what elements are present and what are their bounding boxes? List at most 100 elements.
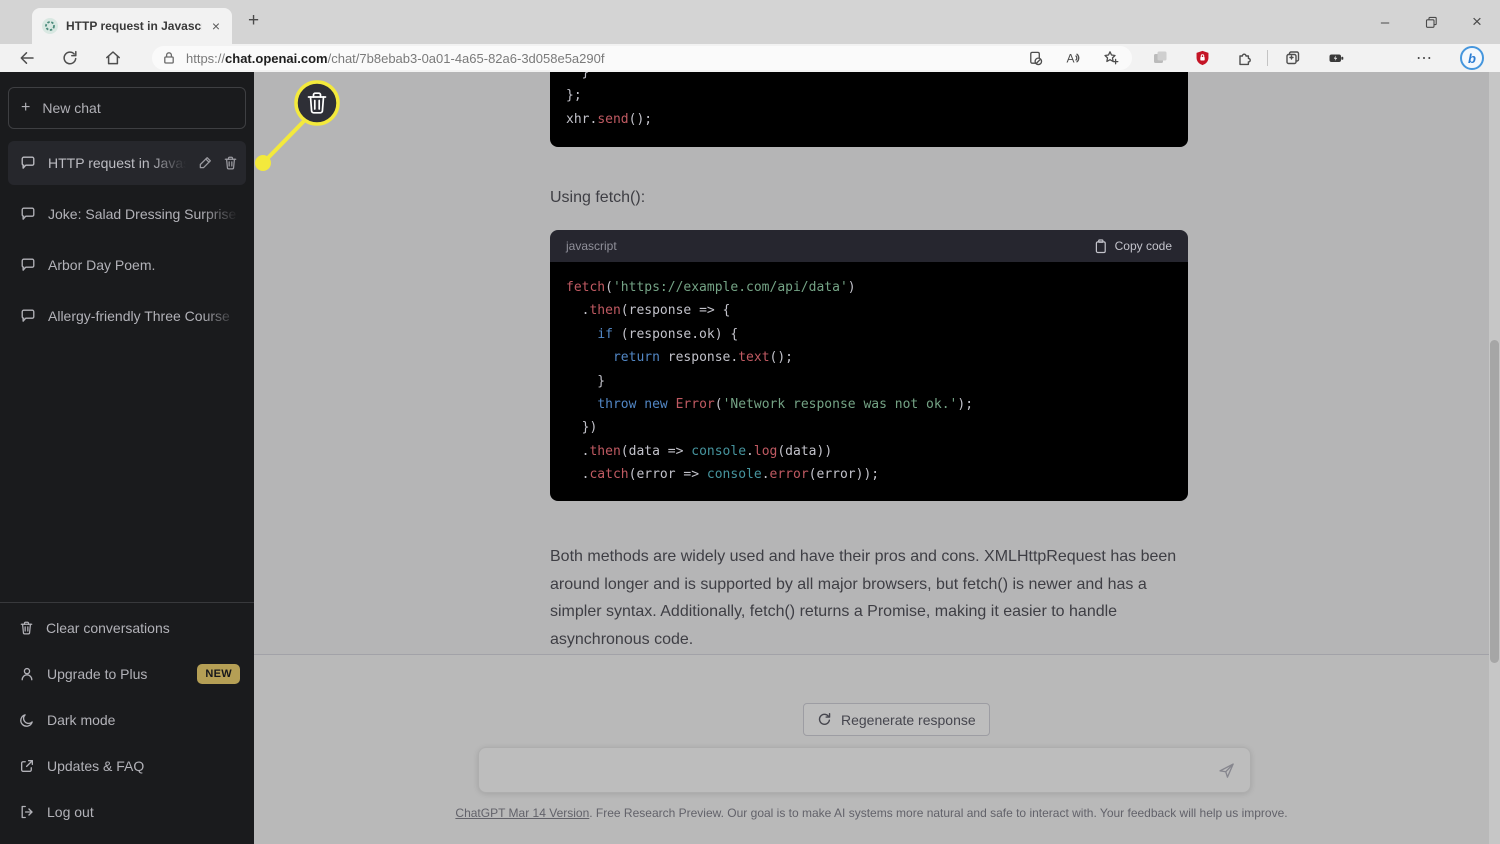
code-token: (error =>	[629, 467, 707, 482]
code-token: if	[597, 327, 613, 342]
user-icon	[19, 666, 35, 682]
code-line: })	[566, 416, 1172, 439]
tab-close-icon[interactable]: ×	[210, 18, 222, 34]
toolbar-divider	[1267, 50, 1268, 66]
conversation-actions	[198, 155, 238, 171]
add-favorite-icon[interactable]	[1102, 49, 1120, 67]
scrollbar-thumb[interactable]	[1490, 340, 1499, 663]
code-token: .	[566, 467, 589, 482]
chat-bubble-icon	[20, 257, 36, 273]
chat-main: }};xhr.send(); Using fetch(): javascript…	[254, 72, 1500, 844]
code-token: }	[566, 72, 589, 80]
browser-essentials-icon[interactable]	[1327, 49, 1346, 67]
code-token: );	[957, 397, 973, 412]
code-block-xhr: }};xhr.send();	[550, 72, 1188, 147]
refresh-icon[interactable]	[61, 49, 79, 67]
code-token: .	[762, 467, 770, 482]
code-token: console	[707, 467, 762, 482]
back-icon[interactable]	[18, 49, 36, 67]
code-block-body: fetch('https://example.com/api/data') .t…	[550, 262, 1188, 501]
new-tab-button[interactable]: +	[248, 10, 259, 32]
conversation-list: HTTP request in Javascr Joke: Salad Dress…	[8, 141, 246, 345]
code-token: log	[754, 444, 777, 459]
code-line: xhr.send();	[566, 108, 652, 131]
code-token: })	[566, 420, 597, 435]
extension-gray-icon[interactable]	[1151, 49, 1169, 67]
code-line: .then(data => console.log(data))	[566, 440, 1172, 463]
conversation-item[interactable]: Joke: Salad Dressing Surprise	[8, 192, 246, 236]
version-link[interactable]: ChatGPT Mar 14 Version	[455, 806, 589, 820]
code-token	[668, 397, 676, 412]
close-window-button[interactable]: ×	[1454, 0, 1500, 44]
sidebar-item-upgrade-to-plus[interactable]: Upgrade to PlusNEW	[0, 651, 254, 697]
code-token: .	[566, 303, 589, 318]
code-line: };	[566, 84, 652, 107]
sidebar-item-clear-conversations[interactable]: Clear conversations	[0, 605, 254, 651]
regenerate-response-button[interactable]: Regenerate response	[803, 703, 990, 736]
new-chat-button[interactable]: + New chat	[8, 87, 246, 129]
url-scheme: https://	[186, 51, 225, 66]
message-input[interactable]	[491, 752, 1191, 788]
code-token: error	[770, 467, 809, 482]
code-line: if (response.ok) {	[566, 323, 1172, 346]
sidebar-item-updates-faq[interactable]: Updates & FAQ	[0, 743, 254, 789]
scrollbar-track[interactable]	[1489, 72, 1500, 844]
lock-icon	[162, 51, 176, 65]
code-token: xhr.	[566, 112, 597, 127]
svg-text:A: A	[1067, 52, 1075, 66]
conversation-title: Arbor Day Poem.	[48, 257, 238, 273]
copy-code-label: Copy code	[1115, 239, 1172, 253]
regenerate-icon	[817, 712, 832, 727]
new-badge: NEW	[197, 664, 240, 684]
chat-bubble-icon	[20, 155, 36, 171]
chat-bubble-icon	[20, 308, 36, 324]
send-icon[interactable]	[1217, 761, 1236, 780]
address-bar-actions: A	[1027, 49, 1120, 67]
logout-icon	[19, 804, 35, 820]
code-token: throw	[597, 397, 636, 412]
delete-conversation-icon[interactable]	[223, 155, 238, 171]
code-token: Error	[676, 397, 715, 412]
assistant-message-region: }};xhr.send(); Using fetch(): javascript…	[254, 72, 1500, 655]
code-token: (response.ok) {	[613, 327, 738, 342]
message-paragraph: Both methods are widely used and have th…	[550, 543, 1190, 653]
code-line: }	[566, 370, 1172, 393]
settings-more-icon[interactable]: ⋯	[1416, 48, 1433, 68]
tracking-prevention-icon[interactable]	[1027, 50, 1044, 67]
collections-icon[interactable]	[1284, 49, 1302, 67]
chat-footer: ChatGPT Mar 14 Version. Free Research Pr…	[254, 806, 1489, 820]
browser-chrome: HTTP request in Javascript × + – × https…	[0, 0, 1500, 72]
code-token: .	[566, 444, 589, 459]
minimize-button[interactable]: –	[1362, 0, 1408, 44]
code-token: then	[589, 303, 620, 318]
browser-tab[interactable]: HTTP request in Javascript ×	[32, 8, 232, 44]
home-icon[interactable]	[104, 49, 122, 67]
conversation-item[interactable]: Arbor Day Poem.	[8, 243, 246, 287]
code-token: ();	[770, 350, 793, 365]
code-line: return response.text();	[566, 346, 1172, 369]
code-token: console	[691, 444, 746, 459]
sidebar-item-log-out[interactable]: Log out	[0, 789, 254, 835]
window-controls: – ×	[1362, 0, 1500, 44]
code-token	[566, 327, 597, 342]
sidebar-item-dark-mode[interactable]: Dark mode	[0, 697, 254, 743]
read-aloud-icon[interactable]: A	[1064, 49, 1082, 67]
copy-code-button[interactable]: Copy code	[1095, 239, 1172, 254]
code-content: }};xhr.send();	[566, 72, 652, 131]
code-token: }	[566, 374, 605, 389]
code-token	[566, 350, 613, 365]
tab-title: HTTP request in Javascript	[66, 19, 202, 33]
address-bar[interactable]: https://chat.openai.com/chat/7b8ebab3-0a…	[152, 46, 1132, 70]
sidebar: + New chat HTTP request in Javascr Joke: …	[0, 72, 254, 844]
adblock-shield-icon[interactable]	[1194, 49, 1211, 67]
restore-button[interactable]	[1408, 0, 1454, 44]
conversation-item[interactable]: Allergy-friendly Three Course	[8, 294, 246, 338]
conversation-item[interactable]: HTTP request in Javascr	[8, 141, 246, 185]
code-token: (response => {	[621, 303, 731, 318]
external-link-icon	[19, 758, 35, 774]
extensions-puzzle-icon[interactable]	[1236, 49, 1254, 67]
code-token: (	[605, 280, 613, 295]
code-token: response.	[660, 350, 738, 365]
edit-icon[interactable]	[198, 155, 213, 171]
copilot-bing-icon[interactable]: b	[1460, 46, 1484, 70]
